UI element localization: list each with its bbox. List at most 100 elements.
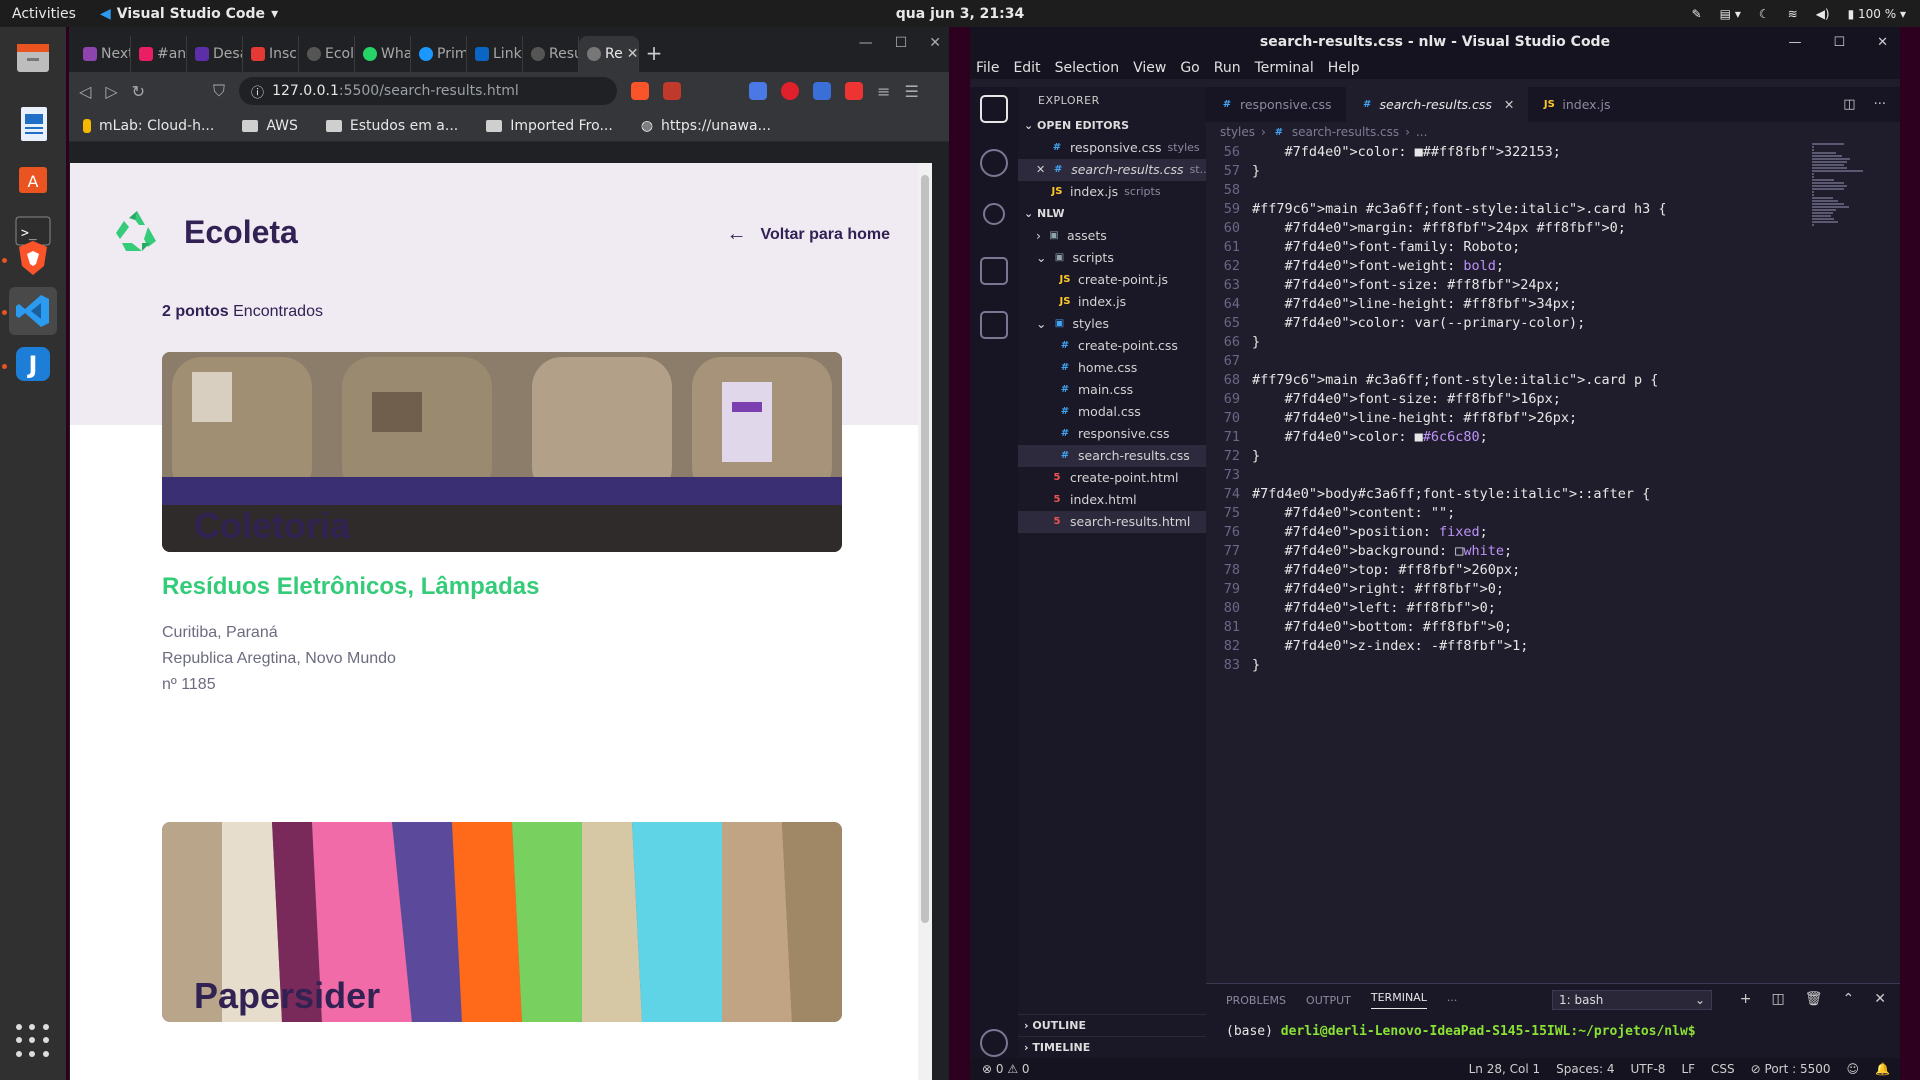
volume-icon[interactable]: ◀) <box>1816 7 1830 21</box>
info-icon[interactable]: ⓘ <box>251 82 264 101</box>
close-editor-icon[interactable]: ✕ <box>1036 159 1045 181</box>
code-line[interactable]: 75 #7fd4e0">content: ""; <box>1206 504 1806 523</box>
clipboard-icon[interactable]: ▤ ▾ <box>1720 7 1741 21</box>
code-line[interactable]: 69 #7fd4e0">font-size: #ff8fbf">16px; <box>1206 390 1806 409</box>
code-line[interactable]: 71 #7fd4e0">color: ■#6c6c80; <box>1206 428 1806 447</box>
dock-vscode[interactable] <box>9 287 57 335</box>
tree-file[interactable]: # modal.css <box>1018 401 1206 423</box>
code-line[interactable]: 63 #7fd4e0">font-size: #ff8fbf">24px; <box>1206 276 1806 295</box>
editor-tab[interactable]: JS index.js <box>1528 87 1624 122</box>
maximize-panel-icon[interactable]: ⌃ <box>1843 991 1855 1007</box>
code-line[interactable]: 60 #7fd4e0">margin: #ff8fbf">24px #ff8fb… <box>1206 219 1806 238</box>
tree-file[interactable]: # responsive.css <box>1018 423 1206 445</box>
tree-file[interactable]: 5 search-results.html <box>1018 511 1206 533</box>
extension-icon[interactable] <box>781 82 800 100</box>
activities-button[interactable]: Activities <box>12 6 76 22</box>
browser-tab[interactable]: Desa <box>187 36 243 72</box>
reload-icon[interactable]: ↻ <box>132 82 145 101</box>
browser-tab[interactable]: Prime <box>411 36 467 72</box>
dock-brave[interactable] <box>9 234 57 282</box>
close-tab-icon[interactable]: ✕ <box>1504 97 1514 112</box>
tree-file[interactable]: 5 index.html <box>1018 489 1206 511</box>
tree-file[interactable]: # main.css <box>1018 379 1206 401</box>
code-line[interactable]: 72} <box>1206 447 1806 466</box>
code-line[interactable]: 68 #ff79c6">main #c3a6ff;font-style:itali… <box>1206 371 1806 390</box>
menu-edit[interactable]: Edit <box>1013 60 1040 76</box>
forward-icon[interactable]: ▷ <box>105 82 117 101</box>
extension-icon[interactable] <box>813 82 832 100</box>
bookmark-icon[interactable]: ⛉ <box>213 81 225 101</box>
minimize-icon[interactable]: — <box>859 35 873 51</box>
battery-indicator[interactable]: ▮ 100 % ▾ <box>1848 7 1906 21</box>
minimize-icon[interactable]: — <box>1788 35 1801 50</box>
code-line[interactable]: 74 #7fd4e0">body#c3a6ff;font-style:italic… <box>1206 485 1806 504</box>
code-line[interactable]: 70 #7fd4e0">line-height: #ff8fbf">26px; <box>1206 409 1806 428</box>
source-control-icon[interactable] <box>983 203 1005 225</box>
code-line[interactable]: 78 #7fd4e0">top: #ff8fbf">260px; <box>1206 561 1806 580</box>
problems-indicator[interactable]: ⊗ 0 ⚠ 0 <box>982 1062 1030 1076</box>
project-section[interactable]: ⌄ NLW <box>1018 203 1206 225</box>
brave-shields-icon[interactable] <box>631 82 650 100</box>
scrollbar-thumb[interactable] <box>921 175 929 923</box>
breadcrumb-item[interactable]: ... <box>1416 125 1427 139</box>
night-light-icon[interactable]: ☾ <box>1759 7 1770 21</box>
end-of-line[interactable]: LF <box>1681 1062 1695 1076</box>
code-line[interactable]: 61 #7fd4e0">font-family: Roboto; <box>1206 238 1806 257</box>
encoding[interactable]: UTF-8 <box>1630 1062 1665 1076</box>
explorer-icon[interactable] <box>980 95 1008 123</box>
new-tab-button[interactable]: + <box>639 36 669 72</box>
search-icon[interactable] <box>980 149 1008 177</box>
open-editor-item-active[interactable]: ✕ # search-results.css st... <box>1018 159 1206 181</box>
back-icon[interactable]: ◁ <box>79 82 91 101</box>
browser-tab[interactable]: Ecole <box>299 36 355 72</box>
code-line[interactable]: 83} <box>1206 656 1806 675</box>
pen-icon[interactable]: ✎ <box>1692 7 1702 21</box>
cursor-position[interactable]: Ln 28, Col 1 <box>1469 1062 1541 1076</box>
browser-tab[interactable]: Inscri <box>243 36 299 72</box>
notifications-icon[interactable]: 🔔 <box>1875 1062 1890 1076</box>
tree-file[interactable]: 5 create-point.html <box>1018 467 1206 489</box>
code-line[interactable]: 65 #7fd4e0">color: var(--primary-color); <box>1206 314 1806 333</box>
settings-gear-icon[interactable] <box>980 1029 1008 1057</box>
code-line[interactable]: 76 #7fd4e0">position: fixed; <box>1206 523 1806 542</box>
close-panel-icon[interactable]: ✕ <box>1874 991 1886 1007</box>
address-bar[interactable]: ⓘ 127.0.0.1:5500/search-results.html <box>239 77 618 105</box>
playlist-icon[interactable]: ≡ <box>877 82 890 101</box>
menu-view[interactable]: View <box>1133 60 1166 76</box>
show-applications-icon[interactable] <box>16 1024 50 1058</box>
breadcrumb-item[interactable]: styles <box>1220 125 1255 139</box>
browser-tab[interactable]: #anú <box>131 36 187 72</box>
tree-file[interactable]: JS create-point.js <box>1018 269 1206 291</box>
tree-folder[interactable]: ⌄ ▣ scripts <box>1018 247 1206 269</box>
menu-selection[interactable]: Selection <box>1055 60 1120 76</box>
breadcrumb-item[interactable]: search-results.css <box>1292 125 1399 139</box>
indentation[interactable]: Spaces: 4 <box>1556 1062 1614 1076</box>
terminal-select[interactable]: 1: bash ⌄ <box>1552 990 1712 1010</box>
terminal-output[interactable]: (base) derli@derli-Lenovo-IdeaPad-S145-1… <box>1206 1024 1900 1039</box>
dock-software[interactable]: A <box>9 153 57 201</box>
code-line[interactable]: 58 <box>1206 181 1806 200</box>
code-line[interactable]: 57} <box>1206 162 1806 181</box>
extensions-icon[interactable] <box>980 311 1008 339</box>
menu-icon[interactable]: ☰ <box>904 82 918 101</box>
app-menu[interactable]: ◀ Visual Studio Code ▾ <box>100 6 278 22</box>
code-line[interactable]: 77 #7fd4e0">background: □white; <box>1206 542 1806 561</box>
menu-run[interactable]: Run <box>1214 60 1241 76</box>
menu-file[interactable]: File <box>976 60 999 76</box>
code-editor[interactable]: 56 #7fd4e0">color: ■##ff8fbf">322153; 57}… <box>1206 143 1806 675</box>
split-editor-icon[interactable]: ◫ <box>1843 97 1855 112</box>
code-line[interactable]: 81 #7fd4e0">bottom: #ff8fbf">0; <box>1206 618 1806 637</box>
system-tray[interactable]: ✎ ▤ ▾ ☾ ≋ ◀) ▮ 100 % ▾ <box>1692 7 1906 21</box>
menu-help[interactable]: Help <box>1328 60 1360 76</box>
bookmark-item[interactable]: ◍ https://unawa... <box>641 118 771 134</box>
bookmark-folder[interactable]: AWS <box>242 118 298 134</box>
tree-folder[interactable]: ⌄ ▣ styles <box>1018 313 1206 335</box>
brave-rewards-icon[interactable] <box>663 82 682 100</box>
tree-file[interactable]: # home.css <box>1018 357 1206 379</box>
code-line[interactable]: 80 #7fd4e0">left: #ff8fbf">0; <box>1206 599 1806 618</box>
browser-tab[interactable]: Next <box>75 36 131 72</box>
open-editors-section[interactable]: ⌄ OPEN EDITORS <box>1018 115 1206 137</box>
open-editor-item[interactable]: JS index.js scripts <box>1018 181 1206 203</box>
browser-tab[interactable]: Resul <box>523 36 579 72</box>
site-title[interactable]: Ecoleta <box>184 214 298 251</box>
